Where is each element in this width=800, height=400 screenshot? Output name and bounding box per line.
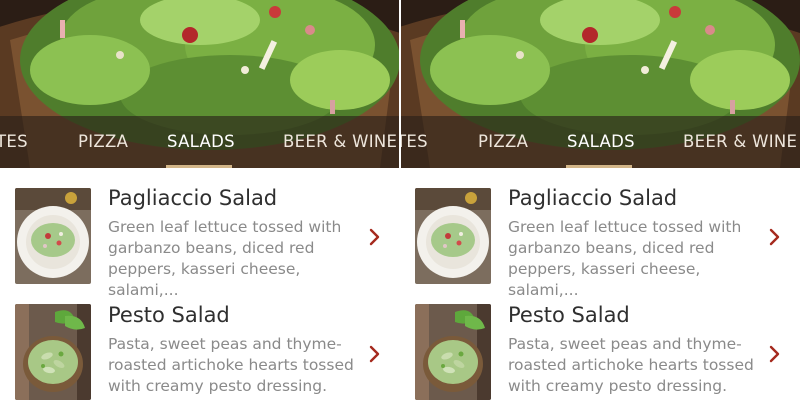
menu-item-title: Pagliaccio Salad [108,186,278,210]
pagliaccio-salad-thumbnail [15,188,91,284]
pagliaccio-salad-thumbnail [415,188,491,284]
description-line: Pasta, sweet peas and thyme- [508,335,742,353]
description-line: Green leaf lettuce tossed with [108,218,342,236]
description-line: Pasta, sweet peas and thyme- [108,335,342,353]
chevron-right-icon[interactable] [768,344,782,364]
category-tab-bar: TES PIZZA SALADS BEER & WINE [0,116,400,168]
tab-partial-previous[interactable]: TES [400,116,428,168]
chevron-right-icon[interactable] [768,227,782,247]
tab-beer-wine[interactable]: BEER & WINE [283,116,397,168]
description-line: Green leaf lettuce tossed with [508,218,742,236]
menu-item-pesto-salad[interactable]: Pesto Salad Pasta, sweet peas and thyme-… [0,284,400,400]
menu-item-description: Pasta, sweet peas and thyme- roasted art… [108,334,358,397]
pesto-salad-thumbnail [15,304,91,400]
screen-divider [399,0,401,400]
tab-partial-previous[interactable]: TES [0,116,28,168]
description-line: roasted artichoke hearts tossed [508,356,754,374]
tab-salads[interactable]: SALADS [167,116,235,168]
menu-screen-right: TES PIZZA SALADS BEER & WINE Pagliaccio … [400,0,800,400]
tab-beer-wine[interactable]: BEER & WINE [683,116,797,168]
description-line: garbanzo beans, diced red [508,239,715,257]
chevron-right-icon[interactable] [368,227,382,247]
category-tab-bar: TES PIZZA SALADS BEER & WINE [400,116,800,168]
menu-item-pesto-salad[interactable]: Pesto Salad Pasta, sweet peas and thyme-… [400,284,800,400]
description-line: with creamy pesto dressing. [108,377,327,395]
menu-item-title: Pagliaccio Salad [508,186,678,210]
tab-pizza[interactable]: PIZZA [478,116,528,168]
description-line: roasted artichoke hearts tossed [108,356,354,374]
chevron-right-icon[interactable] [368,344,382,364]
tab-salads[interactable]: SALADS [567,116,635,168]
tab-pizza[interactable]: PIZZA [78,116,128,168]
menu-item-title: Pesto Salad [108,303,230,327]
description-line: garbanzo beans, diced red [108,239,315,257]
menu-screen-left: TES PIZZA SALADS BEER & WINE Pagliaccio … [0,0,400,400]
menu-item-pagliaccio-salad[interactable]: Pagliaccio Salad Green leaf lettuce toss… [400,168,800,299]
menu-item-description: Pasta, sweet peas and thyme- roasted art… [508,334,758,397]
description-line: with creamy pesto dressing. [508,377,727,395]
menu-item-title: Pesto Salad [508,303,630,327]
menu-item-pagliaccio-salad[interactable]: Pagliaccio Salad Green leaf lettuce toss… [0,168,400,299]
pesto-salad-thumbnail [415,304,491,400]
